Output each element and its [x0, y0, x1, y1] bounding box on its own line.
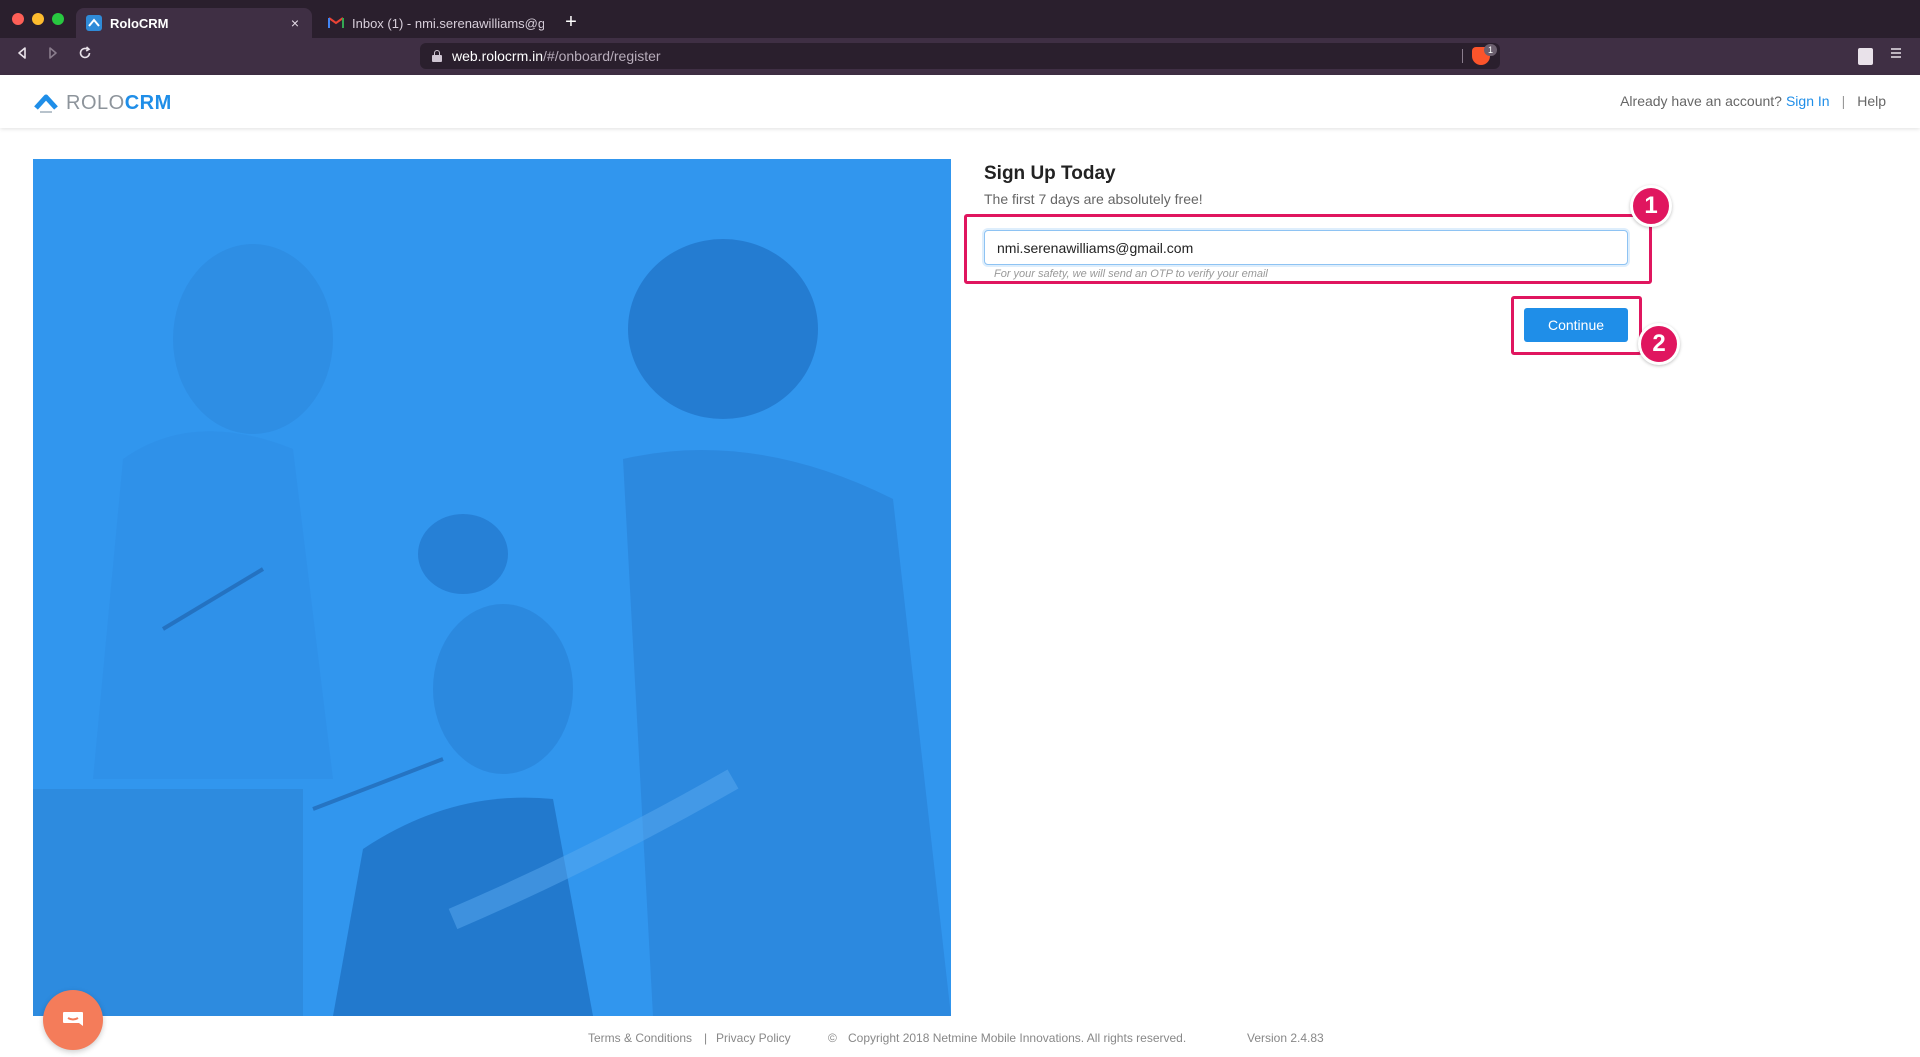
help-link[interactable]: Help — [1857, 93, 1886, 109]
rolocrm-favicon-icon — [86, 15, 102, 31]
page-footer: Terms & Conditions | Privacy Policy © Co… — [0, 1031, 1920, 1051]
url-host: web.rolocrm.in — [452, 48, 544, 64]
wallet-icon[interactable] — [1858, 48, 1873, 65]
signup-subtitle: The first 7 days are absolutely free! — [984, 191, 1203, 207]
header-account-links: Already have an account? Sign In | Help — [1620, 93, 1886, 109]
annotation-highlight-email — [964, 214, 1652, 284]
hero-image — [33, 159, 951, 1016]
annotation-badge-2: 2 — [1638, 323, 1680, 365]
copyright-symbol: © — [828, 1031, 837, 1045]
annotation-badge-1: 1 — [1630, 185, 1672, 227]
gmail-icon — [328, 15, 344, 31]
signup-title: Sign Up Today — [984, 163, 1116, 184]
minimize-window-icon[interactable] — [32, 13, 44, 25]
annotation-highlight-continue — [1511, 296, 1642, 355]
header-separator: | — [1841, 93, 1846, 109]
privacy-link[interactable]: Privacy Policy — [716, 1031, 791, 1045]
url-path: /#/onboard/register — [543, 48, 661, 64]
chat-icon — [63, 1012, 83, 1026]
copyright-text: Copyright 2018 Netmine Mobile Innovation… — [848, 1031, 1187, 1045]
tab-title: Inbox (1) - nmi.serenawilliams@gma — [352, 15, 544, 31]
logo-text-rolo: ROLO — [66, 91, 125, 114]
sign-in-link[interactable]: Sign In — [1786, 93, 1830, 109]
browser-titlebar: RoloCRM × Inbox (1) - nmi.serenawilliams… — [0, 0, 1920, 38]
tab-close-icon[interactable]: × — [288, 15, 302, 31]
version-text: Version 2.4.83 — [1247, 1031, 1324, 1045]
tab-rolocrm[interactable]: RoloCRM × — [76, 8, 312, 38]
browser-toolbar: web.rolocrm.in/#/onboard/register 1 — [0, 38, 1920, 75]
maximize-window-icon[interactable] — [52, 13, 64, 25]
tab-gmail-inbox[interactable]: Inbox (1) - nmi.serenawilliams@gma — [318, 8, 554, 38]
close-window-icon[interactable] — [12, 13, 24, 25]
rolocrm-logo[interactable]: ROLO CRM — [34, 91, 172, 115]
address-bar[interactable]: web.rolocrm.in/#/onboard/register 1 — [420, 43, 1500, 69]
new-tab-button[interactable]: + — [560, 9, 582, 35]
logo-text-crm: CRM — [124, 91, 172, 114]
back-icon[interactable] — [10, 44, 34, 68]
account-question-text: Already have an account? — [1620, 93, 1782, 109]
forward-icon[interactable] — [41, 44, 65, 68]
menu-icon[interactable] — [1888, 46, 1904, 66]
reload-icon[interactable] — [73, 44, 97, 68]
chat-launcher-button[interactable] — [43, 990, 103, 1050]
terms-link[interactable]: Terms & Conditions — [588, 1031, 692, 1045]
rolocrm-logo-icon — [34, 94, 58, 113]
shields-count-badge: 1 — [1484, 44, 1497, 56]
tab-title: RoloCRM — [110, 15, 169, 31]
footer-separator: | — [704, 1031, 708, 1045]
lock-icon — [432, 50, 442, 62]
url-divider — [1462, 49, 1463, 63]
app-header: ROLO CRM Already have an account? Sign In… — [0, 75, 1920, 128]
